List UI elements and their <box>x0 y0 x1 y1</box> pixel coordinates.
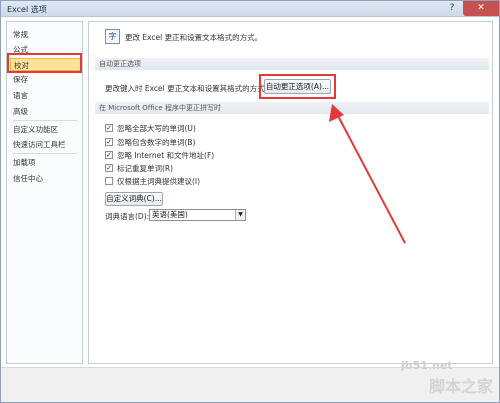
dialog-footer <box>1 367 499 402</box>
arrow-shaft <box>336 113 406 244</box>
excel-options-window: Excel 选项 ? ✕ 常规 公式 校对 保存 语言 高级 自定义功能区 快速… <box>0 0 500 403</box>
red-arrow-annotation <box>329 104 406 244</box>
watermark-site: jb51.net <box>401 359 453 372</box>
arrow-head <box>329 104 344 122</box>
watermark-brand: 脚本之家 <box>429 377 494 396</box>
